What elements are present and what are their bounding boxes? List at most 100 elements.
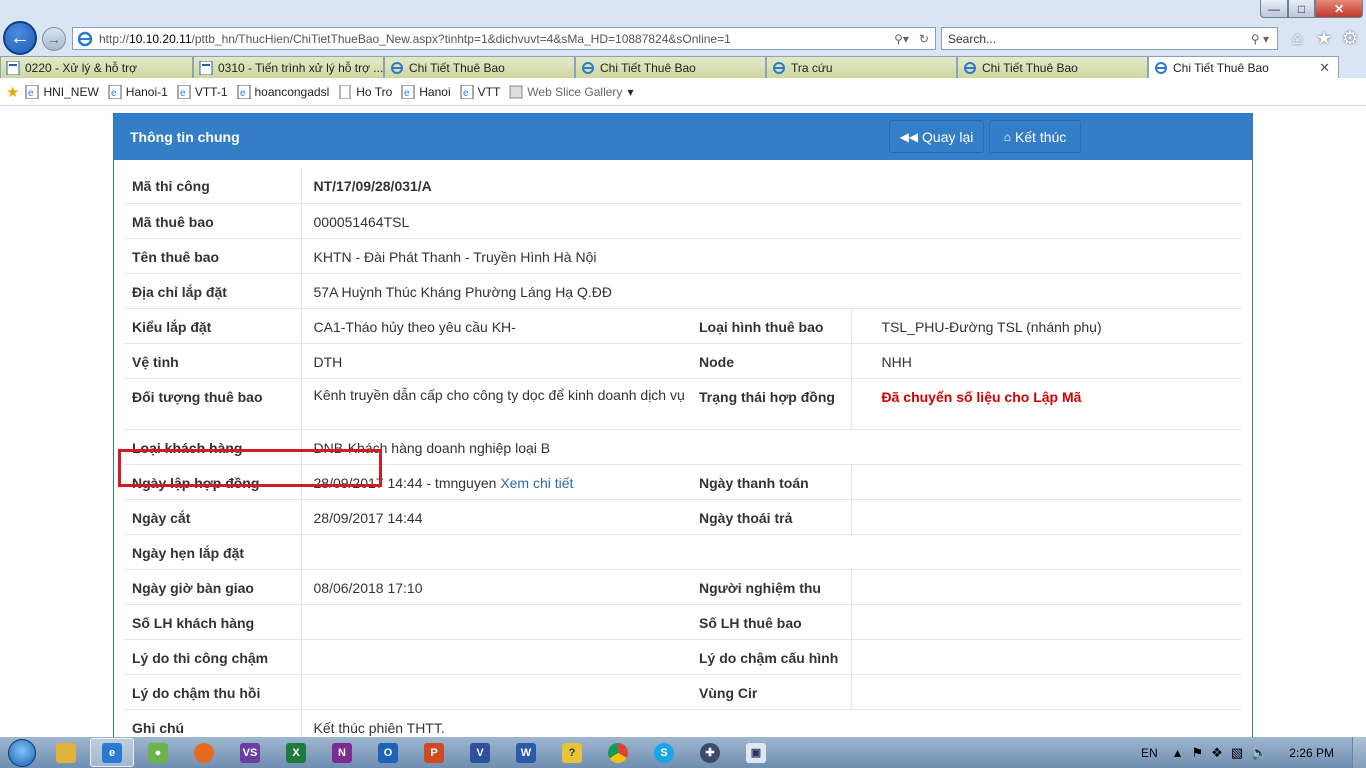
tab-tra-cuu[interactable]: Tra cứu bbox=[766, 56, 957, 78]
taskbar-app-green[interactable]: ● bbox=[136, 738, 180, 767]
favorites-star-icon[interactable]: ★ bbox=[1316, 28, 1332, 49]
visual-studio-icon: VS bbox=[240, 742, 260, 763]
row-label: Ngày giờ bàn giao bbox=[124, 568, 301, 604]
row-value bbox=[850, 603, 1241, 639]
home-icon: ⌂ bbox=[1003, 129, 1011, 144]
tab-chi-tiet-2[interactable]: Chi Tiết Thuê Bao bbox=[575, 56, 766, 78]
tab-0310[interactable]: 0310 - Tiến trình xử lý hỗ trợ ... bbox=[193, 56, 384, 78]
table-row: Số LH khách hàng Số LH thuê bao bbox=[124, 603, 1241, 639]
search-dropdown-icon[interactable]: ⚲▾ bbox=[894, 32, 909, 46]
show-hidden-icons-icon[interactable]: ▲ bbox=[1172, 746, 1184, 760]
row-value: KHTN - Đài Phát Thanh - Truyền Hình Hà N… bbox=[300, 237, 1241, 273]
row-value bbox=[300, 673, 691, 709]
taskbar-ie[interactable]: e bbox=[90, 738, 134, 767]
close-tab-icon[interactable]: ✕ bbox=[1319, 60, 1330, 76]
taskbar-chrome[interactable] bbox=[596, 738, 640, 767]
taskbar-explorer[interactable] bbox=[44, 738, 88, 767]
table-row: Địa chỉ lắp đặt 57A Huỳnh Thúc Kháng Phư… bbox=[124, 272, 1241, 308]
search-input[interactable]: Search... ⚲ ▾ bbox=[941, 27, 1278, 50]
taskbar-onenote[interactable]: N bbox=[320, 738, 364, 767]
taskbar-app-window[interactable]: ▣ bbox=[734, 738, 778, 767]
taskbar-firefox[interactable] bbox=[182, 738, 226, 767]
folder-icon bbox=[56, 742, 76, 763]
firefox-icon bbox=[194, 742, 214, 763]
row-value: NT/17/09/28/031/A bbox=[300, 168, 1241, 203]
row-value: Kênh truyền dẫn cấp cho công ty dọc để k… bbox=[300, 377, 691, 429]
row-label: Đối tượng thuê bao bbox=[124, 377, 301, 429]
forward-arrow-icon[interactable]: → bbox=[42, 27, 66, 51]
fav-hoancongadsl[interactable]: e hoancongadsl bbox=[237, 84, 329, 99]
home-icon[interactable]: ⌂ bbox=[1292, 28, 1303, 49]
row-label: Địa chỉ lắp đặt bbox=[124, 272, 301, 308]
network-icon[interactable]: ▧ bbox=[1231, 745, 1243, 761]
chevron-down-icon: ▾ bbox=[627, 84, 634, 99]
taskbar-network-tool[interactable]: ✚ bbox=[688, 738, 732, 767]
fav-hanoi[interactable]: e Hanoi bbox=[401, 84, 451, 99]
ie-page-icon: e bbox=[460, 84, 474, 99]
fav-hni-new[interactable]: e HNI_NEW bbox=[25, 84, 99, 99]
word-icon: W bbox=[516, 742, 536, 763]
svg-text:e: e bbox=[180, 88, 186, 99]
back-button[interactable]: ◀◀ Quay lại bbox=[889, 120, 984, 153]
fav-vtt[interactable]: e VTT bbox=[460, 84, 500, 99]
ie-page-icon: e bbox=[237, 84, 250, 99]
taskbar-word[interactable]: W bbox=[504, 738, 548, 767]
gear-icon[interactable]: ⚙ bbox=[1342, 28, 1358, 49]
table-row: Lý do chậm thu hồi Vùng Cir bbox=[124, 673, 1241, 709]
skype-icon: S bbox=[654, 742, 674, 763]
minimize-button[interactable]: — bbox=[1260, 0, 1288, 18]
volume-icon[interactable]: 🔈 bbox=[1251, 745, 1267, 761]
fav-ho-tro[interactable]: Ho Tro bbox=[338, 84, 392, 99]
tab-0220[interactable]: 0220 - Xử lý & hỗ trợ bbox=[0, 56, 193, 78]
taskbar-help[interactable]: ? bbox=[550, 738, 594, 767]
fav-hanoi-1[interactable]: e Hanoi-1 bbox=[108, 84, 168, 99]
ie-page-icon: e bbox=[401, 84, 415, 99]
visio-icon: V bbox=[470, 742, 490, 763]
row-label: Ngày cắt bbox=[124, 498, 301, 534]
row-value: NHH bbox=[850, 342, 1241, 378]
svg-text:e: e bbox=[111, 88, 117, 99]
dropbox-icon[interactable]: ❖ bbox=[1211, 745, 1223, 761]
windows-logo-icon bbox=[8, 738, 36, 767]
tab-chi-tiet-3[interactable]: Chi Tiết Thuê Bao bbox=[957, 56, 1148, 78]
row-label: Ngày hẹn lắp đặt bbox=[124, 533, 301, 569]
refresh-icon[interactable]: ↻ bbox=[919, 32, 929, 46]
fav-vtt-1[interactable]: e VTT-1 bbox=[177, 84, 228, 99]
taskbar: e ● VS X N O P V W ? S ✚ ▣ EN ▲ ⚑ ❖ ▧ 🔈 … bbox=[0, 737, 1366, 768]
end-button[interactable]: ⌂ Kết thúc bbox=[989, 120, 1081, 153]
tab-chi-tiet-1[interactable]: Chi Tiết Thuê Bao bbox=[384, 56, 575, 78]
taskbar-powerpoint[interactable]: P bbox=[412, 738, 456, 767]
row-value: DTH bbox=[300, 342, 691, 378]
row-value bbox=[300, 533, 1241, 569]
row-label: Tên thuê bao bbox=[124, 237, 301, 273]
favorites-star-icon[interactable]: ★ bbox=[6, 83, 19, 101]
table-row: Tên thuê bao KHTN - Đài Phát Thanh - Tru… bbox=[124, 237, 1241, 273]
ie-icon bbox=[582, 61, 594, 74]
address-bar[interactable]: http://10.10.20.11/pttb_hn/ThucHien/ChiT… bbox=[72, 27, 936, 50]
row-value: TSL_PHU-Đường TSL (nhánh phụ) bbox=[850, 307, 1241, 343]
fav-web-slice-gallery[interactable]: Web Slice Gallery ▾ bbox=[509, 85, 633, 99]
taskbar-excel[interactable]: X bbox=[274, 738, 318, 767]
taskbar-visual-studio[interactable]: VS bbox=[228, 738, 272, 767]
taskbar-visio[interactable]: V bbox=[458, 738, 502, 767]
maximize-button[interactable]: □ bbox=[1288, 0, 1315, 18]
taskbar-skype[interactable]: S bbox=[642, 738, 686, 767]
view-detail-link[interactable]: Xem chi tiết bbox=[500, 475, 573, 491]
app-icon: ● bbox=[148, 742, 168, 763]
language-indicator[interactable]: EN bbox=[1141, 746, 1158, 760]
svg-text:e: e bbox=[28, 88, 34, 99]
row-value bbox=[850, 463, 1241, 499]
close-window-button[interactable]: ✕ bbox=[1315, 0, 1363, 18]
clock[interactable]: 2:26 PM bbox=[1289, 746, 1334, 760]
search-icon[interactable]: ⚲ ▾ bbox=[1251, 32, 1269, 46]
flag-icon[interactable]: ⚑ bbox=[1192, 745, 1204, 761]
ie-icon bbox=[1155, 61, 1167, 74]
back-arrow-icon[interactable]: ← bbox=[3, 21, 37, 55]
taskbar-outlook[interactable]: O bbox=[366, 738, 410, 767]
doc-icon bbox=[6, 60, 20, 75]
doc-icon bbox=[199, 60, 213, 75]
start-button[interactable] bbox=[0, 737, 44, 768]
tab-chi-tiet-active[interactable]: Chi Tiết Thuê Bao ✕ bbox=[1148, 56, 1339, 78]
row-label: Mã thi công bbox=[132, 178, 210, 194]
show-desktop-button[interactable] bbox=[1352, 737, 1366, 768]
